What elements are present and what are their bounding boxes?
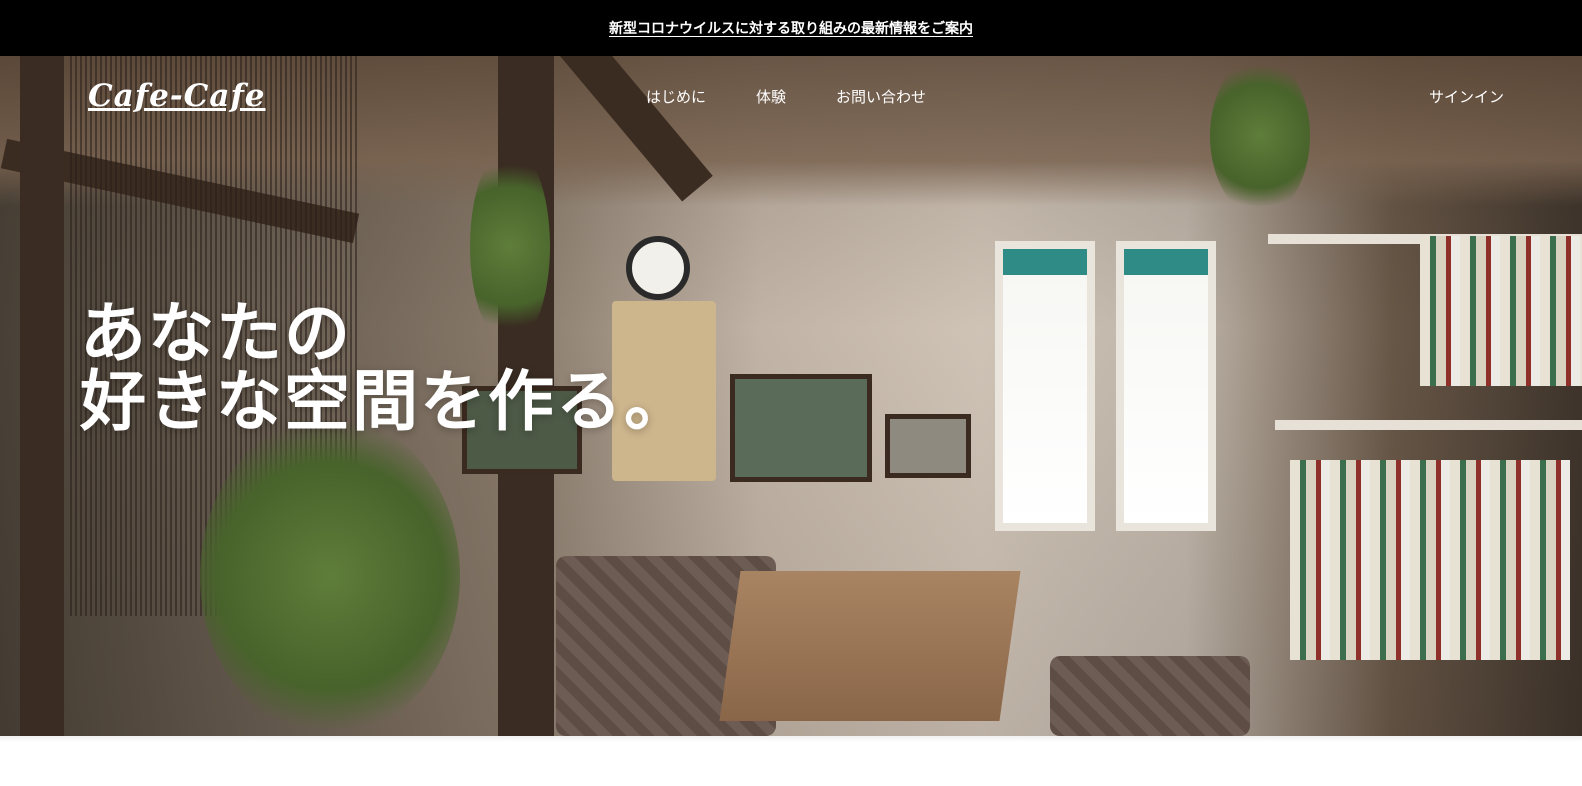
signin-link[interactable]: サインイン <box>1429 86 1504 107</box>
wooden-post <box>20 56 64 736</box>
plant-decoration <box>200 416 460 736</box>
announcement-link[interactable]: 新型コロナウイルスに対する取り組みの最新情報をご案内 <box>609 18 973 38</box>
window <box>995 241 1095 531</box>
site-header: Cafe-Cafe はじめに 体験 お問い合わせ サインイン <box>0 56 1582 136</box>
wooden-table <box>719 571 1021 721</box>
plaid-sofa <box>1050 656 1250 736</box>
hero-headline-line1: あなたの <box>80 295 352 372</box>
picture-frame <box>885 414 971 478</box>
nav-link-contact[interactable]: お問い合わせ <box>836 86 926 107</box>
bookshelf-board <box>1275 420 1582 430</box>
nav-link-experience[interactable]: 体験 <box>756 86 786 107</box>
hero-headline: あなたの 好きな空間を作る。 <box>80 300 692 436</box>
announcement-bar: 新型コロナウイルスに対する取り組みの最新情報をご案内 <box>0 0 1582 56</box>
picture-frame <box>730 374 872 482</box>
hero-headline-line2: 好きな空間を作る。 <box>80 363 692 440</box>
hero-bottom-shadow <box>0 736 1582 742</box>
books <box>1420 236 1582 386</box>
main-nav: はじめに 体験 お問い合わせ <box>646 86 926 107</box>
books <box>1290 460 1570 660</box>
site-logo[interactable]: Cafe-Cafe <box>88 78 266 114</box>
wall-clock <box>626 236 690 300</box>
nav-link-intro[interactable]: はじめに <box>646 86 706 107</box>
window <box>1116 241 1216 531</box>
